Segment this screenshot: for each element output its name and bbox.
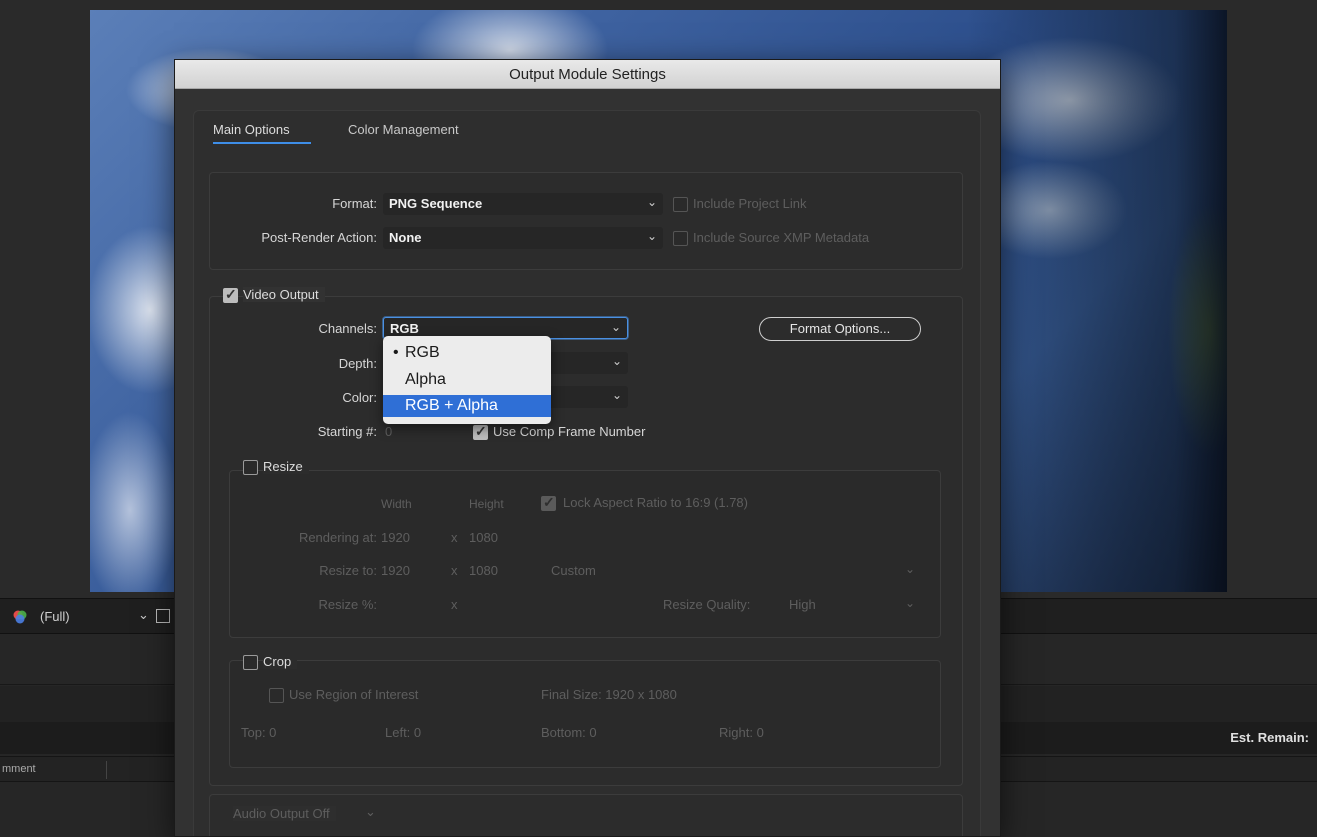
use-comp-frame-checkbox[interactable]	[473, 423, 488, 440]
menu-item-rgb[interactable]: • RGB	[383, 342, 551, 364]
resize-quality-label: Resize Quality:	[663, 597, 751, 612]
video-output-checkbox[interactable]	[223, 286, 238, 303]
resolution-select[interactable]: (Full)	[40, 609, 70, 624]
channels-dropdown-menu: • RGB Alpha RGB + Alpha	[383, 336, 551, 424]
crop-bottom-field[interactable]: Bottom: 0	[541, 725, 597, 740]
include-project-link-label: Include Project Link	[693, 196, 807, 211]
app-window: (Full) ⌄ Est. Remain: mment Output Modul…	[0, 0, 1317, 837]
format-label: Format:	[332, 196, 377, 211]
rendering-at-label: Rendering at:	[298, 530, 377, 545]
crop-left-field[interactable]: Left: 0	[385, 725, 421, 740]
region-of-interest-icon[interactable]	[156, 609, 170, 623]
crop-top-field[interactable]: Top: 0	[241, 725, 276, 740]
chevron-down-icon: ⌄	[646, 229, 657, 243]
depth-label: Depth:	[338, 356, 377, 371]
lock-aspect-label: Lock Aspect Ratio to 16:9 (1.78)	[563, 495, 748, 510]
audio-output-select[interactable]: Audio Output Off	[233, 806, 336, 821]
format-options-button[interactable]: Format Options...	[759, 317, 921, 341]
post-render-action-label: Post-Render Action:	[261, 230, 377, 245]
tab-main-options[interactable]: Main Options	[213, 122, 290, 137]
resize-checkbox[interactable]	[243, 460, 258, 475]
color-label: Color:	[342, 390, 377, 405]
include-xmp-label: Include Source XMP Metadata	[693, 230, 870, 245]
post-render-action-select[interactable]: None ⌄	[383, 227, 663, 249]
earth-shadow	[967, 10, 1227, 592]
active-tab-indicator	[213, 142, 311, 144]
format-group	[209, 172, 963, 270]
starting-number-label: Starting #:	[317, 424, 377, 439]
lock-aspect-checkbox[interactable]	[541, 494, 556, 511]
use-region-of-interest-label: Use Region of Interest	[289, 687, 419, 702]
chevron-down-icon: ⌄	[611, 388, 622, 402]
format-select[interactable]: PNG Sequence ⌄	[383, 193, 663, 215]
use-comp-frame-label: Use Comp Frame Number	[493, 424, 646, 439]
resize-label: Resize	[263, 459, 309, 474]
width-header: Width	[381, 497, 412, 511]
resize-quality-select[interactable]: High ⌄	[783, 594, 921, 616]
selected-bullet-icon: •	[393, 344, 399, 361]
crop-right-field[interactable]: Right: 0	[719, 725, 764, 740]
menu-item-label: RGB	[405, 344, 440, 361]
times-symbol: x	[451, 597, 458, 612]
channels-value: RGB	[390, 321, 419, 336]
crop-group	[229, 660, 941, 768]
menu-item-rgb-alpha[interactable]: RGB + Alpha	[383, 395, 551, 417]
menu-item-label: Alpha	[405, 371, 446, 388]
resize-quality-value: High	[789, 597, 816, 612]
starting-number-value[interactable]: 0	[385, 424, 392, 439]
color-channels-icon[interactable]	[12, 609, 28, 625]
chevron-down-icon: ⌄	[904, 596, 915, 610]
chevron-down-icon: ⌄	[904, 562, 915, 576]
resize-percent-label: Resize %:	[318, 597, 377, 612]
chevron-down-icon: ⌄	[611, 354, 622, 368]
times-symbol: x	[451, 530, 458, 545]
chevron-down-icon[interactable]: ⌄	[365, 804, 376, 820]
post-render-action-value: None	[389, 230, 422, 245]
menu-item-label: RGB + Alpha	[405, 397, 498, 414]
times-symbol: x	[451, 563, 458, 578]
chevron-down-icon: ⌄	[646, 195, 657, 209]
est-remain-label: Est. Remain:	[1230, 730, 1309, 745]
dialog-title: Output Module Settings	[175, 60, 1000, 89]
tab-color-management[interactable]: Color Management	[348, 122, 459, 137]
resize-height-field[interactable]: 1080	[469, 563, 498, 578]
video-output-label: Video Output	[243, 287, 325, 302]
comment-column-header[interactable]: mment	[2, 763, 36, 775]
rendering-width: 1920	[381, 530, 410, 545]
column-divider	[106, 761, 107, 779]
use-region-of-interest-checkbox[interactable]	[269, 688, 284, 703]
chevron-down-icon: ⌄	[610, 320, 621, 334]
chevron-down-icon[interactable]: ⌄	[138, 607, 149, 623]
include-project-link-checkbox[interactable]	[673, 197, 688, 212]
include-xmp-checkbox[interactable]	[673, 231, 688, 246]
crop-checkbox[interactable]	[243, 655, 258, 670]
resize-width-field[interactable]: 1920	[381, 563, 410, 578]
final-size-label: Final Size: 1920 x 1080	[541, 687, 677, 702]
resize-preset-value: Custom	[551, 563, 596, 578]
format-value: PNG Sequence	[389, 196, 483, 211]
height-header: Height	[469, 497, 504, 511]
crop-label: Crop	[263, 654, 298, 669]
output-module-settings-dialog: Output Module Settings Main Options Colo…	[174, 59, 1001, 837]
channels-label: Channels:	[318, 321, 377, 336]
resize-to-label: Resize to:	[319, 563, 377, 578]
rendering-height: 1080	[469, 530, 498, 545]
menu-item-alpha[interactable]: Alpha	[383, 369, 551, 391]
resize-preset-select[interactable]: Custom ⌄	[545, 560, 921, 582]
